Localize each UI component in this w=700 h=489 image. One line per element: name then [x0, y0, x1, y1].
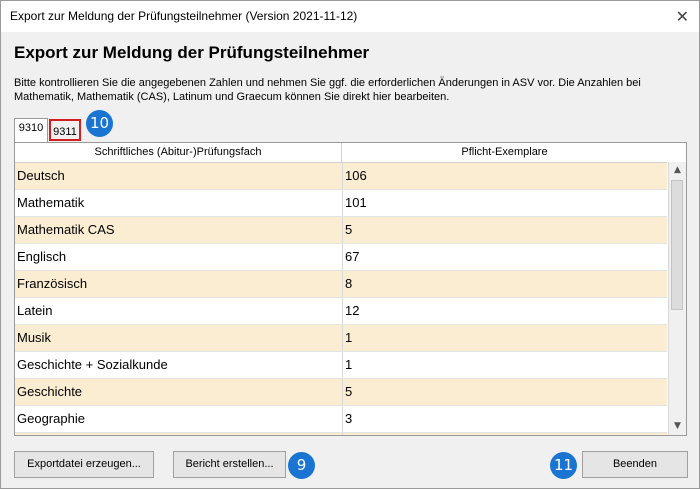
copies-cell[interactable]: 12: [342, 298, 668, 324]
subject-cell: Mathematik: [17, 195, 85, 210]
subject-cell: Mathematik CAS: [17, 222, 115, 237]
subject-cell: Geschichte: [17, 384, 83, 399]
copies-cell[interactable]: 1: [342, 352, 668, 378]
dialog-window: Export zur Meldung der Prüfungsteilnehme…: [0, 0, 700, 489]
subject-cell: Deutsch: [17, 168, 65, 183]
subject-cell: Englisch: [17, 249, 67, 264]
table-header: Schriftliches (Abitur-)Prüfungsfach Pfli…: [15, 143, 667, 163]
table-row[interactable]: Latein 12: [15, 298, 667, 325]
table-row[interactable]: Mathematik 101: [15, 190, 667, 217]
callout-badge-tab: 10: [86, 110, 113, 137]
subject-cell: Wirtschaft und Recht: [17, 433, 339, 435]
create-report-button[interactable]: Bericht erstellen...: [173, 451, 286, 478]
scrollbar-thumb[interactable]: [671, 180, 683, 310]
callout-badge-close: 11: [550, 452, 577, 479]
table-row[interactable]: Englisch 67: [15, 244, 667, 271]
copies-cell[interactable]: 8: [342, 271, 668, 297]
table-row[interactable]: Mathematik CAS 5: [15, 217, 667, 244]
page-title: Export zur Meldung der Prüfungsteilnehme…: [14, 43, 370, 62]
scroll-down-icon[interactable]: ▼: [669, 418, 686, 435]
table-row[interactable]: Deutsch 106: [15, 163, 667, 190]
tab-9311[interactable]: 9311: [49, 119, 81, 141]
copies-cell[interactable]: 1: [342, 325, 668, 351]
scroll-up-icon[interactable]: ▲: [669, 162, 686, 179]
tab-9310[interactable]: 9310: [14, 118, 48, 143]
vertical-scrollbar[interactable]: ▲ ▼: [668, 162, 686, 435]
callout-badge-report: 9: [288, 452, 315, 479]
subject-cell: Geschichte + Sozialkunde: [17, 357, 168, 372]
table-row[interactable]: Geographie 3: [15, 406, 667, 433]
table-row[interactable]: Musik 1: [15, 325, 667, 352]
copies-cell[interactable]: 106: [342, 163, 668, 189]
copies-cell[interactable]: 5: [342, 217, 668, 243]
copies-cell[interactable]: 5: [342, 379, 668, 405]
description-text: Bitte kontrollieren Sie die angegebenen …: [14, 77, 641, 103]
title-bar: Export zur Meldung der Prüfungsteilnehme…: [1, 1, 699, 32]
table-row[interactable]: Französisch 8: [15, 271, 667, 298]
table-row[interactable]: Wirtschaft und Recht3: [15, 433, 668, 435]
window-title: Export zur Meldung der Prüfungsteilnehme…: [10, 9, 358, 23]
copies-cell[interactable]: 3: [342, 406, 668, 432]
export-file-button[interactable]: Exportdatei erzeugen...: [14, 451, 154, 478]
copies-cell[interactable]: 3: [342, 433, 668, 435]
table-row[interactable]: Geschichte 5: [15, 379, 667, 406]
close-button[interactable]: Beenden: [582, 451, 688, 478]
subject-cell: Musik: [17, 330, 51, 345]
close-icon[interactable]: ✕: [676, 7, 689, 26]
table-row[interactable]: Geschichte + Sozialkunde 1: [15, 352, 667, 379]
copies-cell[interactable]: 67: [342, 244, 668, 270]
subject-cell: Geographie: [17, 411, 85, 426]
subject-cell: Latein: [17, 303, 53, 318]
copies-cell[interactable]: 101: [342, 190, 668, 216]
column-header-copies[interactable]: Pflicht-Exemplare: [342, 143, 667, 162]
subject-cell: Französisch: [17, 276, 88, 291]
column-header-subject[interactable]: Schriftliches (Abitur-)Prüfungsfach: [15, 143, 342, 162]
exam-table: Schriftliches (Abitur-)Prüfungsfach Pfli…: [14, 142, 687, 436]
table-body: Deutsch 106 Mathematik 101 Mathematik CAS 5 En…: [15, 163, 668, 435]
